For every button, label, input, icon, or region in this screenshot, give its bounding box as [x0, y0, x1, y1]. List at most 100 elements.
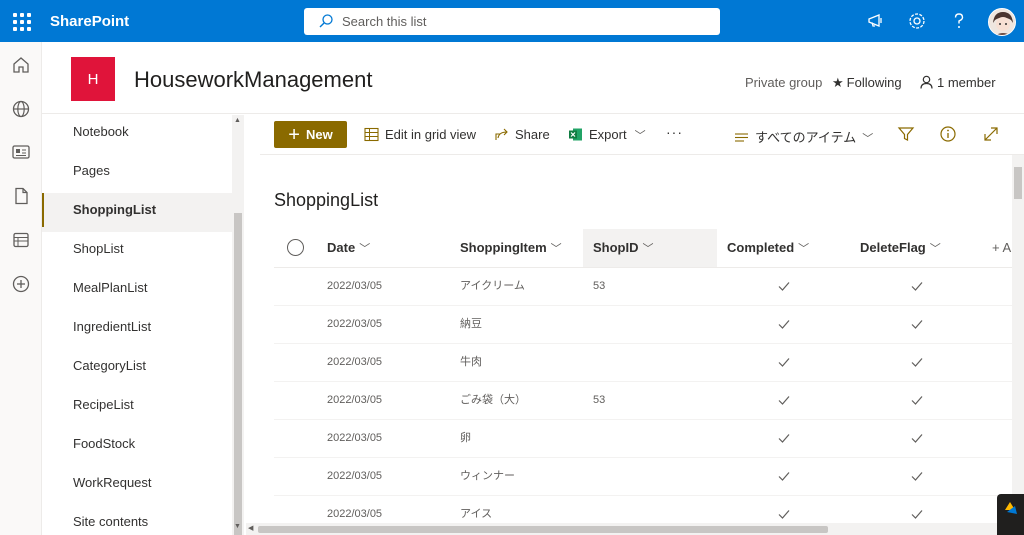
- table-row[interactable]: 2022/03/05 ウィンナー: [274, 458, 1014, 496]
- new-button[interactable]: + New: [274, 121, 347, 148]
- checkmark-icon: [910, 507, 924, 521]
- nav-item-ingredientlist[interactable]: IngredientList: [42, 310, 232, 349]
- cell-shopid: 53: [593, 394, 606, 406]
- share-icon: [495, 128, 508, 140]
- add-icon[interactable]: [11, 274, 31, 294]
- list-hscroll-thumb[interactable]: [258, 526, 828, 533]
- site-logo[interactable]: H: [71, 57, 115, 101]
- search-box[interactable]: [304, 8, 720, 35]
- chevron-down-icon: ﹀: [550, 243, 562, 255]
- chevron-down-icon: ﹀: [642, 243, 654, 255]
- cell-date: 2022/03/05: [327, 394, 383, 406]
- cell-date: 2022/03/05: [327, 318, 383, 330]
- cell-date: 2022/03/05: [327, 280, 383, 292]
- column-header-date[interactable]: Date ﹀: [327, 229, 370, 267]
- cell-shoppingitem: ごみ袋（大）: [460, 394, 526, 406]
- nav-item-shoppinglist[interactable]: ShoppingList: [42, 193, 232, 232]
- corner-widget[interactable]: [997, 494, 1024, 535]
- expand-icon[interactable]: [982, 125, 1000, 143]
- scroll-up-icon[interactable]: ▲: [234, 117, 241, 124]
- app-brand[interactable]: SharePoint: [50, 13, 129, 30]
- person-icon: [920, 75, 933, 89]
- scroll-down-icon[interactable]: ▼: [234, 523, 241, 530]
- filter-icon[interactable]: [897, 125, 915, 143]
- checkmark-icon: [777, 469, 791, 483]
- column-header-shoppingitem[interactable]: ShoppingItem ﹀: [460, 229, 562, 267]
- table-row[interactable]: 2022/03/05 卵: [274, 420, 1014, 458]
- app-rail: [0, 42, 42, 535]
- info-icon[interactable]: [939, 125, 957, 143]
- following-label: Following: [846, 75, 902, 90]
- document-icon[interactable]: [11, 186, 31, 206]
- edit-grid-label: Edit in grid view: [385, 127, 477, 142]
- nav-item-site-contents[interactable]: Site contents: [42, 505, 232, 535]
- chevron-down-icon: ﹀: [359, 243, 371, 255]
- gear-icon[interactable]: [907, 11, 927, 31]
- globe-icon[interactable]: [11, 99, 31, 119]
- members-button[interactable]: 1 member: [920, 75, 996, 90]
- lists-icon[interactable]: [11, 230, 31, 250]
- search-input[interactable]: [342, 11, 702, 32]
- column-header-deleteflag[interactable]: DeleteFlag ﹀: [860, 229, 941, 267]
- privacy-label: Private group: [745, 75, 823, 90]
- list-vertical-scrollbar[interactable]: [1012, 155, 1024, 525]
- export-button[interactable]: Export ﹀: [568, 127, 646, 143]
- site-header: H HouseworkManagement Private group ★ Fol…: [42, 42, 1024, 114]
- left-nav: Notebook Pages ShoppingList ShopList Mea…: [42, 115, 232, 535]
- edit-grid-button[interactable]: Edit in grid view: [364, 127, 476, 142]
- more-button[interactable]: ···: [666, 124, 683, 140]
- cell-date: 2022/03/05: [327, 432, 383, 444]
- view-label: すべてのアイテム: [755, 130, 857, 145]
- news-icon[interactable]: [11, 142, 31, 162]
- list-horizontal-scrollbar[interactable]: ◀: [246, 523, 1012, 535]
- checkmark-icon: [777, 393, 791, 407]
- select-all-checkbox[interactable]: [287, 239, 304, 256]
- add-column-button[interactable]: + A: [992, 229, 1011, 267]
- nav-item-categorylist[interactable]: CategoryList: [42, 349, 232, 388]
- table-row[interactable]: 2022/03/05 ごみ袋（大） 53: [274, 382, 1014, 420]
- waffle-icon[interactable]: [11, 11, 31, 31]
- share-button[interactable]: Share: [494, 127, 550, 142]
- list-vscroll-thumb[interactable]: [1014, 167, 1022, 199]
- app-widget-icon: [1005, 502, 1017, 514]
- nav-item-pages[interactable]: Pages: [42, 154, 232, 193]
- checkmark-icon: [777, 279, 791, 293]
- list-header-row: Date ﹀ ShoppingItem ﹀ ShopID ﹀ Completed ﹀ D…: [274, 229, 1014, 268]
- view-lines-icon: [735, 133, 748, 142]
- help-icon[interactable]: [949, 11, 969, 31]
- command-bar: + New Edit in grid view Share Export ﹀ ···…: [260, 115, 1024, 155]
- suite-bar: SharePoint: [0, 0, 1024, 42]
- share-label: Share: [515, 127, 550, 142]
- new-label: New: [305, 127, 333, 142]
- column-header-completed[interactable]: Completed ﹀: [727, 229, 809, 267]
- avatar[interactable]: [988, 8, 1016, 36]
- chevron-down-icon: ﹀: [929, 243, 941, 255]
- nav-scroll-thumb[interactable]: [234, 213, 242, 535]
- scroll-left-icon[interactable]: ◀: [248, 524, 253, 532]
- column-header-shopid[interactable]: ShopID ﹀: [583, 229, 717, 267]
- following-button[interactable]: ★ Following: [832, 75, 902, 91]
- megaphone-icon[interactable]: [866, 11, 886, 31]
- nav-item-recipelist[interactable]: RecipeList: [42, 388, 232, 427]
- cell-shoppingitem: アイクリーム: [460, 280, 525, 292]
- nav-item-workrequest[interactable]: WorkRequest: [42, 466, 232, 505]
- home-icon[interactable]: [11, 55, 31, 75]
- table-row[interactable]: 2022/03/05 牛肉: [274, 344, 1014, 382]
- nav-item-mealplanlist[interactable]: MealPlanList: [42, 271, 232, 310]
- nav-item-shoplist[interactable]: ShopList: [42, 232, 232, 271]
- site-title[interactable]: HouseworkManagement: [134, 67, 372, 93]
- table-row[interactable]: 2022/03/05 納豆: [274, 306, 1014, 344]
- excel-icon: [569, 128, 582, 141]
- cell-shoppingitem: 牛肉: [460, 356, 482, 368]
- members-label: 1 member: [937, 75, 996, 90]
- list-title: ShoppingList: [274, 190, 379, 210]
- view-selector[interactable]: すべてのアイテム ﹀: [734, 127, 873, 146]
- checkmark-icon: [910, 393, 924, 407]
- cell-shopid: 53: [593, 280, 606, 292]
- nav-item-foodstock[interactable]: FoodStock: [42, 427, 232, 466]
- nav-scrollbar[interactable]: ▲ ▼: [232, 115, 244, 535]
- table-row[interactable]: 2022/03/05 アイクリーム 53: [274, 268, 1014, 306]
- cell-shoppingitem: ウィンナー: [460, 470, 515, 482]
- chevron-down-icon: ﹀: [798, 243, 810, 255]
- nav-item-notebook[interactable]: Notebook: [42, 115, 232, 154]
